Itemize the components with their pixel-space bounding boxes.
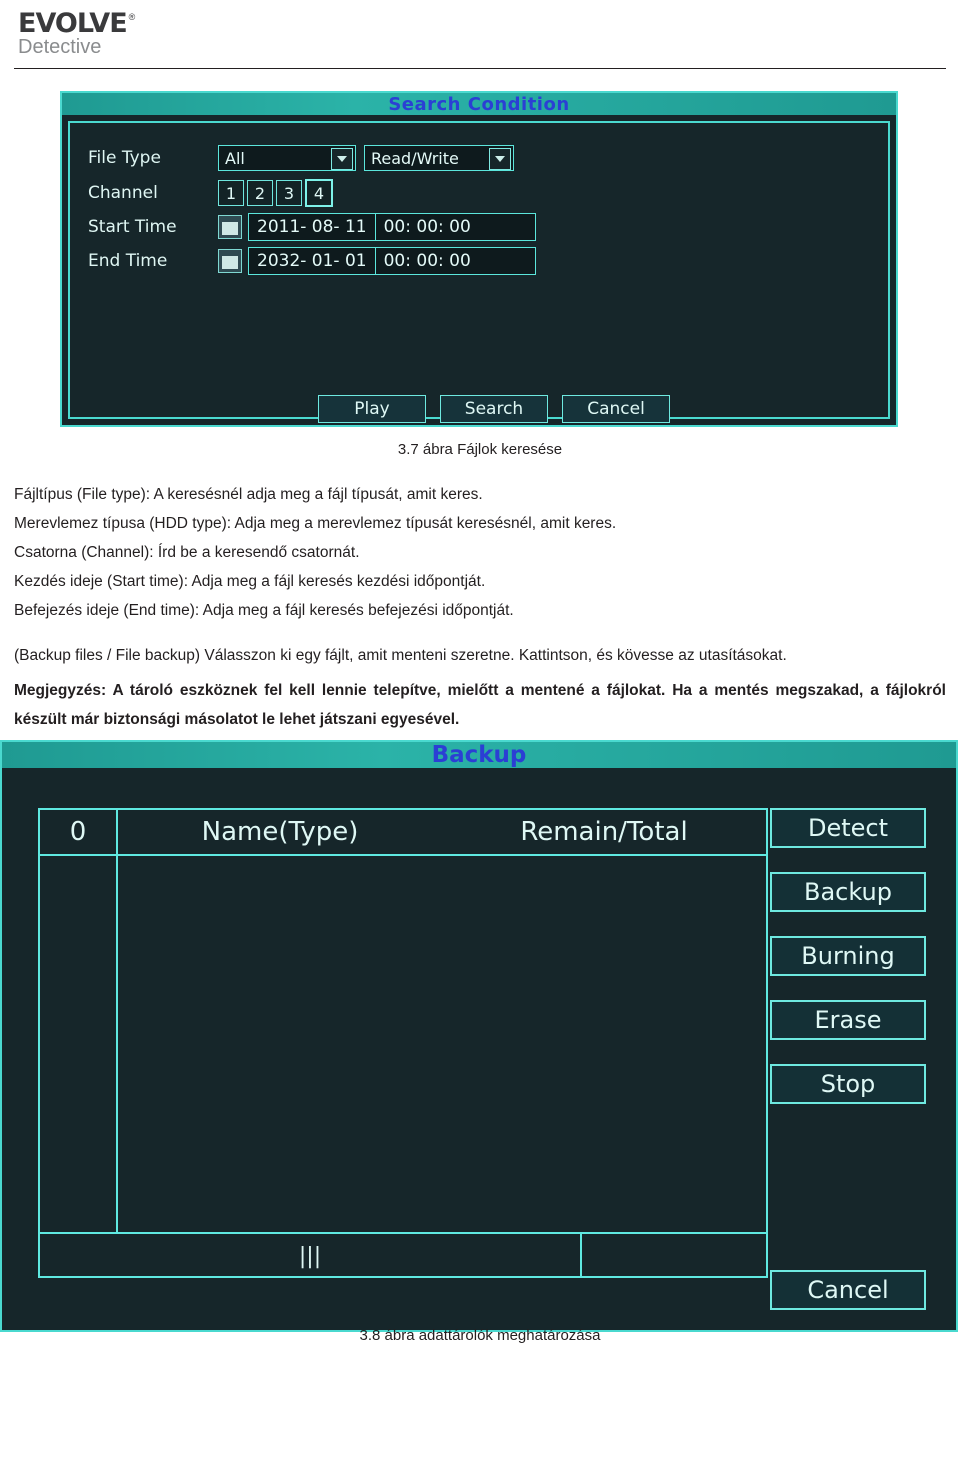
registered-trademark-icon: ®: [128, 12, 136, 22]
desc-line-2: Merevlemez típusa (HDD type): Adja meg a…: [14, 515, 617, 532]
chevron-down-icon[interactable]: [331, 148, 353, 170]
end-time-label: End Time: [88, 251, 168, 271]
column-name-type-header: Name(Type): [201, 817, 359, 847]
stop-button[interactable]: Stop: [770, 1064, 926, 1104]
device-list-body[interactable]: |||: [40, 856, 766, 1278]
cancel-button[interactable]: Cancel: [562, 395, 670, 423]
figure-3-7-caption: 3.7 ábra Fájlok keresése: [397, 441, 563, 458]
erase-button[interactable]: Erase: [770, 1000, 926, 1040]
channel-checkbox-4[interactable]: 4: [305, 179, 333, 207]
backup-paragraph: (Backup files / File backup) Válasszon k…: [14, 647, 787, 664]
desc-line-4: Kezdés ideje (Start time): Adja meg a fá…: [14, 573, 486, 590]
start-time-label: Start Time: [88, 217, 177, 237]
header-divider: [14, 68, 946, 69]
search-condition-title: Search Condition: [388, 93, 570, 115]
search-button[interactable]: Search: [440, 395, 548, 423]
chevron-down-icon-2[interactable]: [489, 148, 511, 170]
end-clock-value: 00: 00: 00: [383, 251, 471, 271]
note-paragraph: Megjegyzés: A tároló eszköznek fel kell …: [14, 682, 946, 728]
file-type-select[interactable]: All: [218, 145, 356, 171]
spacer-1: [14, 625, 946, 641]
hdd-type-value: Read/Write: [371, 148, 459, 168]
start-clock-value: 00: 00: 00: [383, 217, 471, 237]
backup-dialog: Backup 0 Name(Type) Remain/Total ||| Det…: [0, 740, 958, 1332]
device-list-panel: 0 Name(Type) Remain/Total |||: [38, 808, 768, 1278]
end-time-divider: [374, 248, 376, 274]
backup-title: Backup: [431, 742, 527, 768]
logo-subtitle: Detective: [18, 36, 102, 58]
brand-logo: EVOLVE ® Detective: [18, 10, 960, 59]
calendar-icon-start[interactable]: [218, 215, 242, 239]
device-list-column-divider: [116, 856, 118, 1232]
search-dialog-buttons: Play Search Cancel: [318, 395, 670, 423]
device-list-header: 0 Name(Type) Remain/Total: [40, 810, 766, 856]
backup-button[interactable]: Backup: [770, 872, 926, 912]
start-time-input[interactable]: 2011- 08- 11 00: 00: 00: [248, 213, 536, 241]
backup-cancel-button[interactable]: Cancel: [770, 1270, 926, 1310]
figure-3-8-caption: 3.8 ábra adattárolók meghatározása: [359, 1327, 601, 1344]
desc-line-5: Befejezés ideje (End time): Adja meg a f…: [14, 602, 514, 619]
start-date-value: 2011- 08- 11: [257, 217, 367, 237]
file-type-label: File Type: [88, 148, 161, 168]
calendar-icon-end[interactable]: [218, 249, 242, 273]
backup-action-buttons: Detect Backup Burning Erase Stop: [770, 808, 926, 1128]
start-time-row: Start Time 2011- 08- 11 00: 00: 00: [88, 213, 536, 241]
channel-label: Channel: [88, 183, 158, 203]
desc-line-1: Fájltípus (File type): A keresésnél adja…: [14, 486, 483, 503]
end-time-row: End Time 2032- 01- 01 00: 00: 00: [88, 247, 536, 275]
desc-line-3: Csatorna (Channel): Írd be a keresendő c…: [14, 544, 360, 561]
play-button[interactable]: Play: [318, 395, 426, 423]
logo-wordmark: EVOLVE: [18, 8, 128, 39]
channel-row: Channel 1 2 3 4: [88, 179, 336, 207]
column-index-header: 0: [40, 810, 118, 854]
end-time-input[interactable]: 2032- 01- 01 00: 00: 00: [248, 247, 536, 275]
detect-button[interactable]: Detect: [770, 808, 926, 848]
channel-checkbox-2[interactable]: 2: [247, 180, 273, 206]
file-type-row: File Type All Read/Write: [88, 145, 514, 171]
search-condition-body: File Type All Read/Write Channel 1 2 3 4: [68, 121, 890, 423]
search-condition-figure: Search Condition File Type All Read/Writ…: [60, 91, 898, 431]
burning-button[interactable]: Burning: [770, 936, 926, 976]
channel-checkbox-1[interactable]: 1: [218, 180, 244, 206]
backup-titlebar: Backup: [2, 742, 956, 768]
end-date-value: 2032- 01- 01: [257, 251, 367, 271]
search-condition-dialog: Search Condition File Type All Read/Writ…: [60, 91, 898, 427]
backup-figure: Backup 0 Name(Type) Remain/Total ||| Det…: [0, 740, 960, 1344]
device-list-footer-value: |||: [40, 1234, 582, 1278]
column-remain-total-header: Remain/Total: [520, 817, 688, 847]
channel-checkbox-3[interactable]: 3: [276, 180, 302, 206]
device-list-footer: |||: [40, 1232, 766, 1278]
file-type-value: All: [225, 148, 245, 168]
search-condition-titlebar: Search Condition: [62, 93, 896, 115]
page-header: EVOLVE ® Detective: [0, 0, 960, 62]
description-block: Fájltípus (File type): A keresésnél adja…: [14, 480, 946, 734]
start-time-divider: [374, 214, 376, 240]
hdd-type-select[interactable]: Read/Write: [364, 145, 514, 171]
logo-top-row: EVOLVE ®: [18, 10, 135, 38]
